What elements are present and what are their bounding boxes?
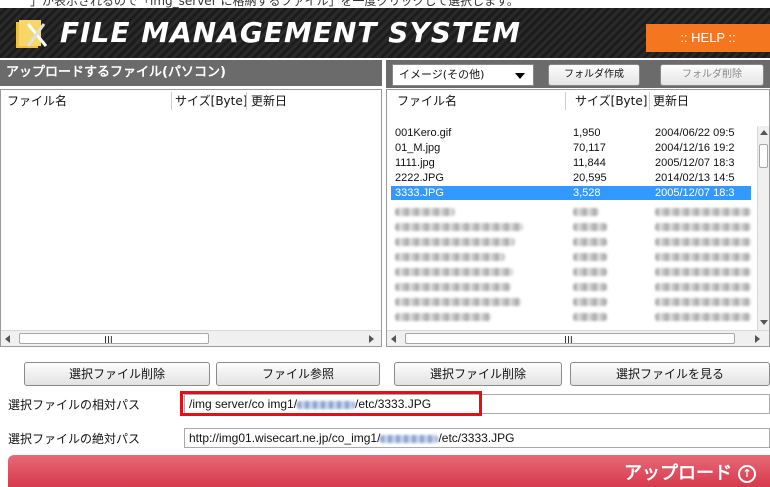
server-file-list-header: ファイル名 サイズ[Byte] 更新日: [387, 90, 769, 112]
instruction-text: 」が表示されるので「img_server に格納するファイル」を一度クリックして…: [30, 0, 519, 8]
folder-select[interactable]: イメージ(その他): [392, 64, 534, 86]
server-file-list[interactable]: ファイル名 サイズ[Byte] 更新日 001Kero.gif 1,950 20…: [386, 89, 770, 347]
local-file-list-hscrollbar[interactable]: III: [1, 330, 381, 346]
chevron-down-icon: [515, 73, 525, 79]
scroll-left-arrow-icon[interactable]: [5, 335, 10, 343]
local-files-panel-title: アップロードするファイル(パソコン): [0, 60, 382, 86]
column-header-date[interactable]: 更新日: [251, 90, 287, 112]
scroll-down-arrow-icon[interactable]: [760, 320, 768, 325]
highlight-box: [180, 391, 482, 416]
column-header-filename[interactable]: ファイル名: [7, 90, 67, 112]
local-delete-selected-button[interactable]: 選択ファイル削除: [24, 362, 210, 386]
help-button[interactable]: :: HELP ::: [646, 24, 770, 52]
upload-label: アップロード: [624, 463, 732, 484]
local-file-list-header: ファイル名 サイズ[Byte] 更新日: [1, 90, 381, 112]
app-logo-icon: [16, 20, 48, 48]
browse-file-button[interactable]: ファイル参照: [216, 362, 380, 386]
scrollbar-thumb[interactable]: III: [19, 333, 209, 346]
obscured-path-segment: [380, 434, 439, 443]
column-header-filename[interactable]: ファイル名: [397, 90, 457, 112]
scroll-right-arrow-icon[interactable]: [369, 335, 374, 343]
view-selected-file-button[interactable]: 選択ファイルを見る: [570, 362, 770, 386]
scroll-left-arrow-icon[interactable]: [391, 335, 396, 343]
upload-circle-arrow-icon: ↑: [738, 465, 756, 483]
column-header-size[interactable]: サイズ[Byte]: [575, 90, 647, 112]
server-file-list-vscrollbar[interactable]: [757, 126, 769, 330]
column-header-size[interactable]: サイズ[Byte]: [175, 90, 247, 112]
delete-folder-button[interactable]: フォルダ削除: [660, 64, 764, 86]
scroll-up-arrow-icon[interactable]: [760, 130, 768, 135]
server-file-list-hscrollbar[interactable]: III: [387, 330, 769, 346]
upload-button[interactable]: アップロード ↑: [8, 455, 770, 487]
scrollbar-thumb[interactable]: [759, 144, 768, 168]
absolute-path-field[interactable]: http://img01.wisecart.ne.jp/co_img1//etc…: [184, 428, 770, 448]
relative-path-label: 選択ファイルの相対パス: [8, 398, 141, 412]
scrollbar-thumb[interactable]: III: [405, 333, 735, 346]
instruction-text-strip: 」が表示されるので「img_server に格納するファイル」を一度クリックして…: [0, 0, 770, 8]
create-folder-button[interactable]: フォルダ作成: [548, 64, 640, 86]
app-header: FILE MANAGEMENT SYSTEM :: HELP ::: [0, 8, 770, 58]
file-row-selected[interactable]: 3333.JPG 3,528 2005/12/07 18:3: [391, 186, 751, 200]
scroll-right-arrow-icon[interactable]: [755, 335, 760, 343]
app-title: FILE MANAGEMENT SYSTEM: [60, 16, 521, 49]
local-file-list[interactable]: ファイル名 サイズ[Byte] 更新日 III: [0, 89, 382, 347]
absolute-path-label: 選択ファイルの絶対パス: [8, 432, 141, 446]
column-header-date[interactable]: 更新日: [653, 90, 689, 112]
server-delete-selected-button[interactable]: 選択ファイル削除: [394, 362, 562, 386]
